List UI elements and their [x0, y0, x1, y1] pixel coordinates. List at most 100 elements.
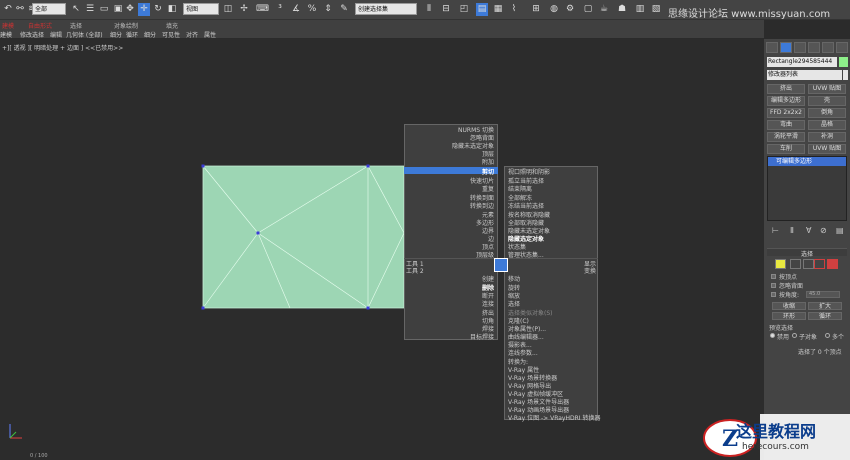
modifier-button[interactable]: 晶格: [808, 120, 846, 130]
menu-item-move[interactable]: 移动: [508, 274, 520, 283]
selection-filter-dropdown[interactable]: 全部: [32, 3, 66, 15]
menu-item-create[interactable]: 创建: [404, 274, 494, 283]
select-move-icon[interactable]: ✛: [138, 3, 150, 16]
modifier-list-dropdown[interactable]: 修改器列表: [767, 70, 842, 80]
menu-item-connect[interactable]: 连接: [404, 299, 494, 308]
vertex-mode-icon[interactable]: [775, 259, 786, 269]
disable-radio[interactable]: [770, 333, 775, 338]
multi-radio[interactable]: [825, 333, 830, 338]
subribbon-item[interactable]: 细分: [110, 30, 122, 39]
ignore-backface-checkbox[interactable]: [771, 283, 776, 288]
align-icon[interactable]: ⊟: [440, 3, 452, 16]
edge-mode-icon[interactable]: [790, 259, 801, 269]
object-name-field[interactable]: Rectangle294585444: [767, 57, 837, 67]
menu-item-select[interactable]: 选择: [508, 299, 520, 308]
menu-item-wire-params[interactable]: 连线参数...: [508, 348, 538, 357]
link-icon[interactable]: ⚯: [14, 3, 26, 16]
rotate-icon[interactable]: ↻: [152, 3, 164, 16]
vray-frame-icon[interactable]: ▧: [650, 3, 662, 16]
curve-editor-icon[interactable]: ⌇: [508, 3, 520, 16]
ribbon-tab-modeling[interactable]: 建模: [2, 21, 14, 30]
dropdown-arrow-icon[interactable]: [843, 70, 848, 80]
subribbon-item[interactable]: 修改选择: [20, 30, 44, 39]
grow-button[interactable]: 扩大: [808, 302, 842, 310]
move-icon[interactable]: ✥: [124, 3, 136, 16]
modify-tab-icon[interactable]: [780, 42, 792, 53]
render-frame-icon[interactable]: ▢: [582, 3, 594, 16]
menu-item-manage-state-sets[interactable]: 管理状态集...: [508, 250, 544, 259]
modifier-button[interactable]: 倒角: [808, 108, 846, 118]
rect-select-icon[interactable]: ▭: [98, 3, 110, 16]
scale-icon[interactable]: ◧: [166, 3, 178, 16]
modifier-button[interactable]: UVW 贴图: [808, 144, 846, 154]
window-crossing-icon[interactable]: ▣: [112, 3, 124, 16]
by-vertex-checkbox[interactable]: [771, 274, 776, 279]
loop-button[interactable]: 循环: [808, 312, 842, 320]
display-tab-icon[interactable]: [822, 42, 834, 53]
modifier-button[interactable]: 编辑多边形: [767, 96, 805, 106]
subobject-radio[interactable]: [792, 333, 797, 338]
modifier-button[interactable]: 补洞: [808, 132, 846, 142]
undo-icon[interactable]: ↶: [2, 3, 14, 16]
material-editor-icon[interactable]: ◍: [548, 3, 560, 16]
scene-explorer-icon[interactable]: ▤: [476, 3, 488, 16]
percent-snap-icon[interactable]: %: [306, 3, 318, 16]
subribbon-item[interactable]: 几何体 (全部): [66, 30, 103, 39]
mirror-icon[interactable]: ⫴: [423, 3, 435, 16]
render-setup-icon[interactable]: ⚙: [564, 3, 576, 16]
shrink-button[interactable]: 收缩: [772, 302, 806, 310]
pin-stack-icon[interactable]: ⊢: [772, 226, 779, 235]
schematic-icon[interactable]: ⊞: [530, 3, 542, 16]
motion-tab-icon[interactable]: [808, 42, 820, 53]
keyboard-shortcut-icon[interactable]: ⌨: [256, 3, 269, 16]
hierarchy-tab-icon[interactable]: [794, 42, 806, 53]
subribbon-item[interactable]: 循环: [126, 30, 138, 39]
utilities-tab-icon[interactable]: [836, 42, 848, 53]
polygon-mesh[interactable]: [0, 39, 764, 460]
vray-icon[interactable]: ▥: [634, 3, 646, 16]
pivot-icon[interactable]: ◫: [222, 3, 234, 16]
spinner-snap-icon[interactable]: ⇕: [322, 3, 334, 16]
modifier-button[interactable]: UVW 贴图: [808, 84, 846, 94]
ribbon-tab-object-paint[interactable]: 对象绘制: [114, 21, 138, 30]
element-mode-icon[interactable]: [827, 259, 838, 269]
menu-item-freeze-selection[interactable]: 冻结当前选择: [508, 201, 544, 210]
menu-item-viewport-lighting[interactable]: 视口照明和阴影: [508, 167, 550, 176]
polygon-mode-icon[interactable]: [814, 259, 825, 269]
border-mode-icon[interactable]: [803, 259, 814, 269]
menu-item-end-isolate[interactable]: 结束隔离: [508, 184, 532, 193]
manipulate-icon[interactable]: ✢: [238, 3, 250, 16]
subribbon-item[interactable]: 建模: [0, 30, 12, 39]
menu-item-cut[interactable]: 剪切: [404, 167, 494, 176]
layer-icon[interactable]: ◰: [458, 3, 470, 16]
modifier-button[interactable]: 挤出: [767, 84, 805, 94]
ribbon-tab-populate[interactable]: 填充: [166, 21, 178, 30]
make-unique-icon[interactable]: ∀: [806, 226, 811, 235]
render-icon[interactable]: ☕: [598, 3, 610, 16]
modifier-button[interactable]: FFD 2x2x2: [767, 108, 805, 118]
menu-item-target-weld[interactable]: 目标焊接: [404, 332, 494, 341]
select-by-name-icon[interactable]: ☰: [84, 3, 96, 16]
selection-rollout-header[interactable]: 选择: [767, 248, 847, 258]
named-selection-dropdown[interactable]: 创建选择集: [355, 3, 417, 15]
modifier-button[interactable]: 壳: [808, 96, 846, 106]
remove-modifier-icon[interactable]: ⊘: [820, 226, 827, 235]
modifier-button[interactable]: 车削: [767, 144, 805, 154]
subribbon-item[interactable]: 对齐: [186, 30, 198, 39]
create-tab-icon[interactable]: [766, 42, 778, 53]
render-active-icon[interactable]: ☗: [616, 3, 628, 16]
modifier-button[interactable]: 弯曲: [767, 120, 805, 130]
subribbon-item[interactable]: 细分: [144, 30, 156, 39]
modifier-button[interactable]: 涡轮平滑: [767, 132, 805, 142]
ring-button[interactable]: 环形: [772, 312, 806, 320]
menu-item-attach[interactable]: 附加: [404, 157, 494, 166]
subribbon-item[interactable]: 属性: [204, 30, 216, 39]
ribbon-tab-selection[interactable]: 选择: [70, 21, 82, 30]
by-angle-checkbox[interactable]: [771, 292, 776, 297]
reference-coord-dropdown[interactable]: 视图: [183, 3, 219, 15]
subribbon-item[interactable]: 编辑: [50, 30, 62, 39]
menu-item-convert-edge[interactable]: 转换到边: [404, 201, 494, 210]
configure-sets-icon[interactable]: ▤: [836, 226, 844, 235]
angle-spinner[interactable]: 45.0: [806, 291, 840, 298]
show-end-result-icon[interactable]: Ⅱ: [790, 226, 794, 235]
